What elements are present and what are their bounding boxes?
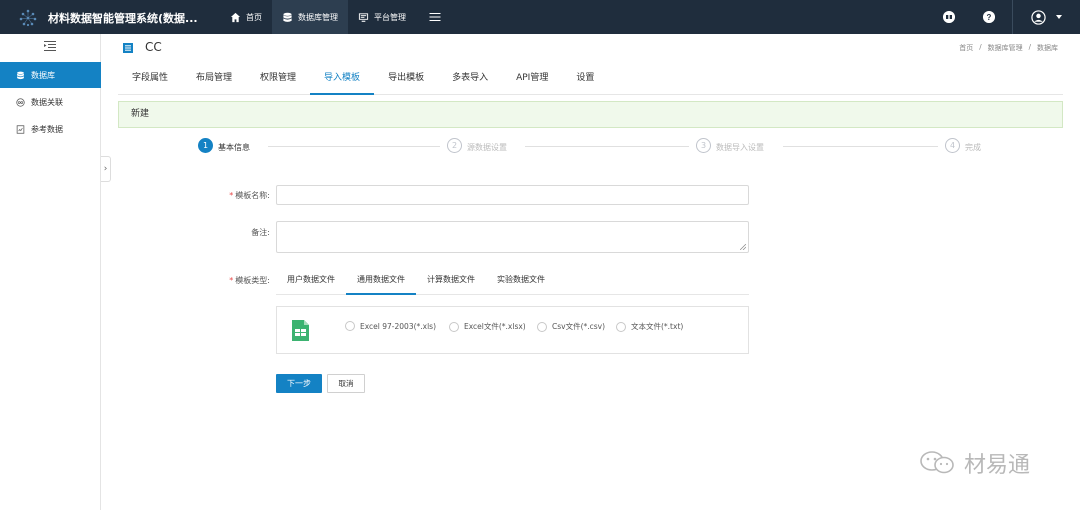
breadcrumb-home[interactable]: 首页	[959, 43, 973, 53]
type-tab-calculation-data-file[interactable]: 计算数据文件	[416, 268, 486, 295]
nav-platform-management[interactable]: 平台管理	[348, 0, 416, 34]
tab-field-properties[interactable]: 字段属性	[118, 62, 182, 95]
tab-permission-management[interactable]: 权限管理	[246, 62, 310, 95]
radio-button[interactable]	[616, 321, 626, 332]
breadcrumb-separator: /	[979, 43, 982, 51]
sidebar: 数据库 数据关联 参考数据	[0, 34, 101, 510]
template-type-tabs: 用户数据文件 通用数据文件 计算数据文件 实验数据文件	[276, 268, 749, 295]
step-3-indicator: 3	[696, 138, 711, 153]
radio-button[interactable]	[537, 321, 547, 332]
new-template-banner: 新建	[118, 101, 1063, 128]
template-name-input[interactable]	[276, 185, 749, 205]
step-connector	[525, 146, 689, 147]
globe-icon[interactable]	[943, 11, 955, 23]
table-icon	[123, 43, 133, 53]
breadcrumb-separator: /	[1028, 43, 1031, 51]
step-1-indicator: 1	[198, 138, 213, 153]
menu-toggle-button[interactable]	[416, 0, 454, 34]
watermark: 材易通	[918, 447, 1030, 479]
file-option-label: Excel 97-2003(*.xls)	[360, 321, 437, 331]
tab-export-template[interactable]: 导出模板	[374, 62, 438, 95]
database-tabs: 字段属性 布局管理 权限管理 导入模板 导出模板 多表导入 API管理 设置	[118, 62, 1063, 95]
sidebar-item-database[interactable]: 数据库	[0, 62, 101, 88]
link-icon	[16, 97, 25, 107]
radio-button[interactable]	[345, 321, 355, 331]
type-tab-user-data-file[interactable]: 用户数据文件	[276, 268, 346, 295]
required-marker: *	[229, 191, 234, 200]
file-option-xlsx[interactable]: Excel文件(*.xlsx)	[449, 321, 526, 332]
chevron-down-icon[interactable]	[1056, 15, 1062, 19]
required-marker: *	[229, 276, 234, 285]
type-tab-general-data-file[interactable]: 通用数据文件	[346, 268, 416, 295]
file-option-xls[interactable]: Excel 97-2003(*.xls)	[345, 321, 436, 331]
file-option-csv[interactable]: Csv文件(*.csv)	[537, 321, 605, 332]
step-1-label: 基本信息	[218, 143, 250, 152]
step-4-indicator: 4	[945, 138, 960, 153]
file-option-label: 文本文件(*.txt)	[631, 322, 684, 331]
template-name-label: * 模板名称:	[229, 191, 270, 200]
app-title: 材料数据智能管理系统(数据...	[48, 12, 198, 25]
nav-home-label: 首页	[246, 12, 262, 22]
cancel-button[interactable]: 取消	[327, 374, 365, 393]
breadcrumb-database: 数据库	[1037, 44, 1058, 52]
tab-settings[interactable]: 设置	[562, 62, 608, 95]
step-2-indicator: 2	[447, 138, 462, 153]
top-navigation-bar: 材料数据智能管理系统(数据... 首页 数据库管理 平台管理 ?	[0, 0, 1080, 34]
file-option-label: Csv文件(*.csv)	[552, 322, 606, 331]
type-tab-experiment-data-file[interactable]: 实验数据文件	[486, 268, 556, 295]
nav-home[interactable]: 首页	[220, 0, 272, 34]
file-option-label: Excel文件(*.xlsx)	[464, 322, 526, 331]
user-avatar-icon[interactable]	[1031, 10, 1046, 25]
help-icon[interactable]: ?	[983, 11, 995, 23]
nav-platform-management-label: 平台管理	[374, 12, 406, 22]
breadcrumb: 首页 / 数据库管理 / 数据库	[959, 43, 1058, 53]
topbar-divider	[1012, 0, 1013, 34]
tab-api-management[interactable]: API管理	[502, 62, 562, 95]
tab-import-template[interactable]: 导入模板	[310, 62, 375, 95]
sidebar-item-data-relation[interactable]: 数据关联	[0, 89, 101, 115]
main-nav: 首页 数据库管理 平台管理	[220, 0, 454, 34]
svg-text:?: ?	[987, 13, 992, 22]
database-icon	[283, 12, 292, 22]
tab-multi-table-import[interactable]: 多表导入	[438, 62, 502, 95]
breadcrumb-database-management[interactable]: 数据库管理	[988, 43, 1023, 53]
radio-button[interactable]	[449, 321, 459, 332]
file-option-txt[interactable]: 文本文件(*.txt)	[616, 321, 683, 332]
app-logo-icon	[19, 9, 37, 27]
sidebar-item-label: 参考数据	[31, 124, 63, 134]
remark-label: 备注:	[251, 228, 270, 237]
resize-grip-icon[interactable]	[740, 244, 746, 250]
page-title: CC	[145, 40, 162, 54]
hamburger-menu-icon	[429, 13, 441, 21]
file-type-panel: Excel 97-2003(*.xls) Excel文件(*.xlsx) Csv…	[276, 306, 749, 354]
sidebar-item-label: 数据关联	[31, 97, 63, 107]
chevron-right-icon: ›	[103, 164, 108, 174]
wechat-logo-icon	[920, 451, 954, 474]
next-step-button[interactable]: 下一步	[276, 374, 322, 393]
step-3-label: 数据导入设置	[716, 143, 764, 152]
nav-database-management-label: 数据库管理	[298, 12, 338, 22]
step-2-label: 源数据设置	[467, 143, 507, 152]
step-connector	[783, 146, 938, 147]
step-connector	[268, 146, 440, 147]
sidebar-item-label: 数据库	[31, 70, 55, 80]
page-header: CC 首页 / 数据库管理 / 数据库	[101, 34, 1080, 62]
tab-layout-management[interactable]: 布局管理	[182, 62, 246, 95]
document-icon	[16, 124, 25, 134]
nav-database-management[interactable]: 数据库管理	[272, 0, 348, 34]
template-type-label: * 模板类型:	[229, 276, 270, 285]
sidebar-item-reference-data[interactable]: 参考数据	[0, 116, 101, 142]
sidebar-expand-toggle[interactable]: ›	[101, 156, 111, 182]
monitor-icon	[358, 12, 369, 22]
excel-file-icon	[292, 320, 309, 341]
step-4-label: 完成	[965, 143, 981, 152]
database-icon	[17, 71, 24, 79]
home-icon	[230, 12, 241, 22]
watermark-text: 材易通	[964, 453, 1031, 478]
remark-textarea[interactable]	[276, 221, 749, 253]
sidebar-collapse-icon[interactable]	[43, 40, 57, 52]
